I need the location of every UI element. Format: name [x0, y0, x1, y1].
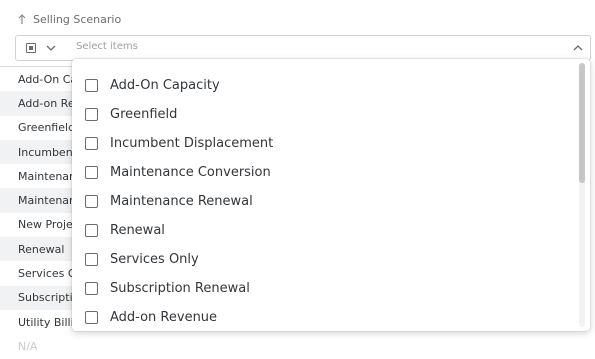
option-maintenance-conversion[interactable]: Maintenance Conversion: [72, 158, 572, 187]
checkbox[interactable]: [85, 224, 98, 237]
list-item[interactable]: Incumbent: [0, 139, 80, 165]
option-label: Services Only: [110, 252, 199, 267]
option-maintenance-renewal[interactable]: Maintenance Renewal: [72, 187, 572, 216]
option-renewal[interactable]: Renewal: [72, 216, 572, 245]
checkbox[interactable]: [85, 282, 98, 295]
checkbox[interactable]: [85, 253, 98, 266]
list-item[interactable]: N/A: [0, 334, 80, 358]
scrollbar-thumb[interactable]: [579, 63, 585, 183]
option-label: Add-on Revenue: [110, 310, 218, 325]
background-value-list: Add-On Ca Add-on Rev Greenfield Incumben…: [0, 67, 80, 359]
sort-ascending-icon: [18, 14, 26, 24]
checkbox[interactable]: [85, 137, 98, 150]
options-dropdown: Add-On Capacity Greenfield Incumbent Dis…: [72, 59, 590, 331]
option-label: Subscription Renewal: [110, 281, 250, 296]
option-label: Maintenance Conversion: [110, 165, 271, 180]
checkbox[interactable]: [85, 108, 98, 121]
checkbox[interactable]: [85, 311, 98, 324]
list-item[interactable]: Greenfield: [0, 116, 80, 140]
list-item[interactable]: Subscriptio: [0, 285, 80, 310]
chevron-down-icon[interactable]: [44, 41, 58, 55]
checkbox[interactable]: [85, 166, 98, 179]
option-incumbent-displacement[interactable]: Incumbent Displacement: [72, 129, 572, 158]
list-item[interactable]: Maintenan: [0, 188, 80, 213]
option-add-on-capacity[interactable]: Add-On Capacity: [72, 71, 572, 100]
option-label: Maintenance Renewal: [110, 194, 253, 209]
list-item[interactable]: Renewal: [0, 237, 80, 262]
checkbox[interactable]: [85, 195, 98, 208]
option-greenfield[interactable]: Greenfield: [72, 100, 572, 129]
checkbox[interactable]: [85, 79, 98, 92]
list-item[interactable]: Maintenan: [0, 164, 80, 188]
list-item[interactable]: Add-on Rev: [0, 91, 80, 116]
option-label: Greenfield: [110, 107, 178, 122]
option-label: Renewal: [110, 223, 165, 238]
column-header[interactable]: Selling Scenario: [17, 11, 121, 27]
select-all-checkbox-icon[interactable]: [26, 43, 36, 53]
multi-select-input[interactable]: Select items: [15, 35, 591, 61]
select-placeholder: Select items: [76, 41, 138, 52]
scrollbar[interactable]: [579, 63, 585, 327]
chevron-up-icon[interactable]: [572, 42, 584, 54]
option-services-only[interactable]: Services Only: [72, 245, 572, 274]
option-add-on-revenue[interactable]: Add-on Revenue: [72, 303, 572, 331]
column-title: Selling Scenario: [33, 12, 122, 26]
list-item[interactable]: Utility Billin: [0, 310, 80, 334]
option-subscription-renewal[interactable]: Subscription Renewal: [72, 274, 572, 303]
option-label: Add-On Capacity: [110, 78, 220, 93]
list-item[interactable]: Services On: [0, 261, 80, 285]
list-item[interactable]: New Projec: [0, 213, 80, 237]
list-item[interactable]: Add-On Ca: [0, 67, 80, 91]
option-label: Incumbent Displacement: [110, 136, 274, 151]
